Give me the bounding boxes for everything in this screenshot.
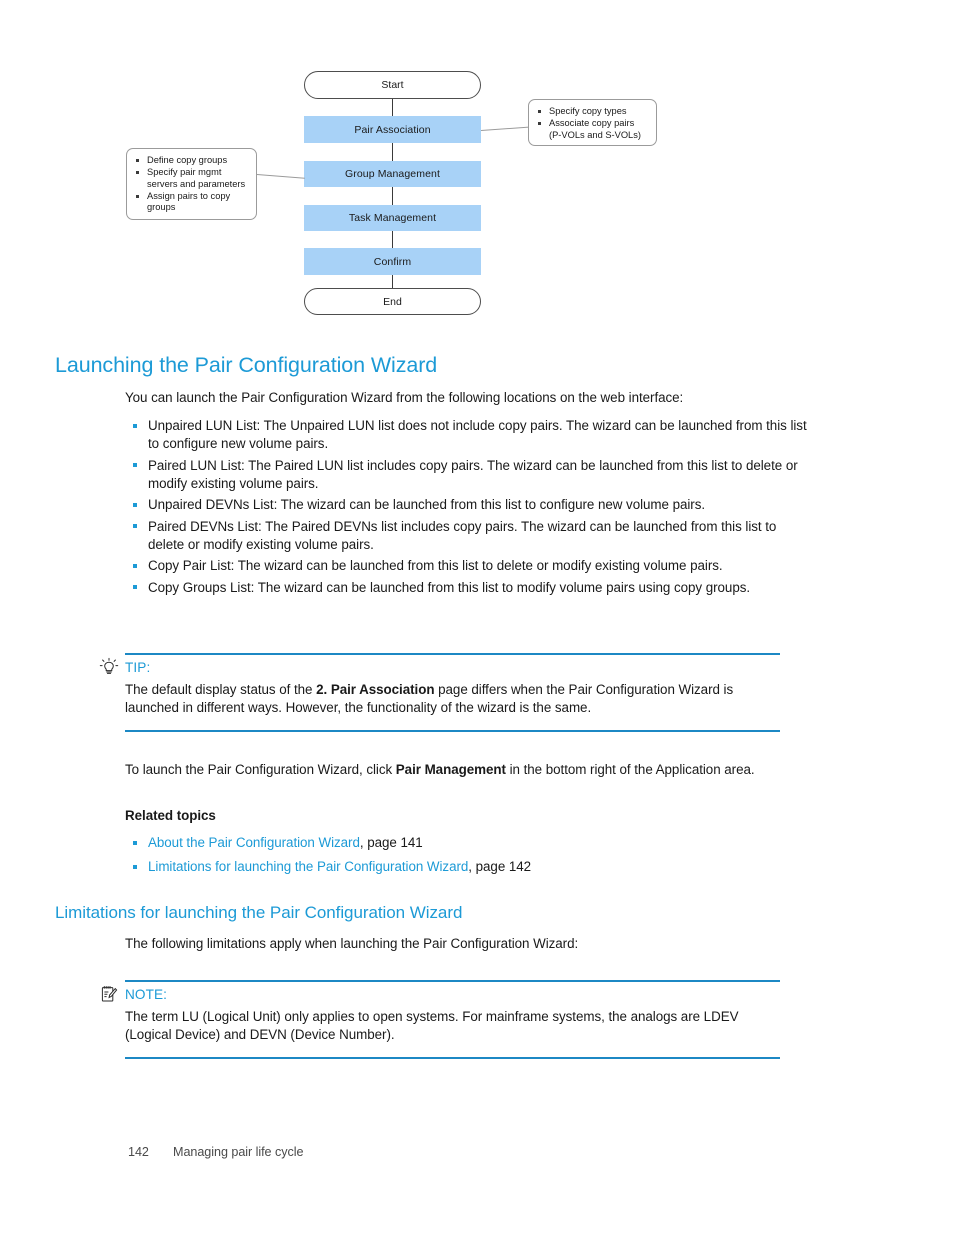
- note-label: NOTE:: [125, 986, 168, 1002]
- list-item-text: Copy Groups List: The wizard can be laun…: [148, 579, 751, 595]
- square-bullet-icon: [136, 159, 140, 163]
- page-title: Launching the Pair Configuration Wizard: [55, 353, 438, 377]
- callout-item-text: Define copy groups: [147, 155, 228, 165]
- connector-group-task: [392, 187, 394, 205]
- launch-locations-list: Unpaired LUN List: The Unpaired LUN list…: [125, 417, 815, 600]
- square-bullet-icon: [538, 122, 542, 126]
- callout-item: Define copy groups: [134, 155, 248, 167]
- related-link-page-1: , page 142: [468, 859, 532, 875]
- footer-chapter: Managing pair life cycle: [173, 1145, 304, 1159]
- list-item: Copy Pair List: The wizard can be launch…: [125, 557, 815, 575]
- list-item-text: Unpaired LUN List: The Unpaired LUN list…: [148, 418, 807, 452]
- limitations-title: Limitations for launching the Pair Confi…: [55, 903, 463, 922]
- footer-page-number: 142: [128, 1145, 149, 1159]
- flow-node-task-management-label: Task Management: [348, 212, 437, 224]
- callout-item-text: Associate copy pairs: [549, 118, 635, 129]
- square-bullet-icon: [136, 194, 140, 199]
- related-link-limitations[interactable]: Limitations for launching the Pair Confi…: [148, 859, 468, 874]
- related-topics-list: About the Pair Configuration Wizard, pag…: [125, 834, 815, 880]
- list-item: Paired DEVNs List: The Paired DEVNs list…: [125, 518, 815, 554]
- flow-node-pair-association: Pair Association: [304, 116, 481, 143]
- flow-node-confirm-label: Confirm: [373, 255, 412, 268]
- connector-start-pair: [392, 99, 394, 116]
- leader-line-left: [256, 174, 305, 179]
- tip-label: TIP:: [125, 659, 151, 675]
- tip-bottom-rule: [125, 730, 780, 732]
- list-item-text: Paired LUN List: The Paired LUN list inc…: [148, 457, 798, 491]
- list-item: Paired LUN List: The Paired LUN list inc…: [125, 457, 815, 493]
- note-admonition: NOTE: The term LU (Logical Unit) only ap…: [101, 980, 780, 1059]
- related-topics-heading: Related topics: [125, 808, 216, 823]
- process-flow-diagram: Start Pair Association Group Management …: [0, 0, 954, 330]
- connector-pair-group: [392, 143, 394, 161]
- flow-node-confirm: Confirm: [304, 248, 481, 275]
- flow-node-start-label: Start: [381, 79, 404, 91]
- callout-item-text-cont: (P-VOLs and S-VOLs): [549, 129, 641, 140]
- bullet-icon: [133, 524, 138, 529]
- bullet-icon: [133, 864, 138, 870]
- list-item: Unpaired LUN List: The Unpaired LUN list…: [125, 417, 815, 453]
- flow-node-end-label: End: [383, 295, 402, 308]
- list-item: Limitations for launching the Pair Confi…: [125, 858, 815, 876]
- list-item: Unpaired DEVNs List: The wizard can be l…: [125, 496, 815, 514]
- tip-top-rule: [125, 653, 780, 655]
- flow-node-group-management: Group Management: [304, 161, 481, 187]
- bullet-icon: [133, 563, 138, 569]
- list-item: Copy Groups List: The wizard can be laun…: [125, 579, 815, 597]
- callout-item-text-cont: servers and parameters: [147, 178, 246, 189]
- list-item-text: Unpaired DEVNs List: The wizard can be l…: [148, 497, 706, 513]
- tip-text-part1: The default display status of the: [125, 681, 317, 697]
- connector-task-confirm: [392, 231, 394, 248]
- lightbulb-icon: [98, 657, 120, 677]
- callout-item: Assign pairs to copy groups: [134, 191, 248, 214]
- tip-text-bold: 2. Pair Association: [316, 681, 435, 697]
- callout-item-text: Specify copy types: [549, 106, 627, 116]
- related-link-about-wizard[interactable]: About the Pair Configuration Wizard: [148, 835, 360, 850]
- flow-node-group-management-label: Group Management: [345, 168, 440, 180]
- list-item-text: Copy Pair List: The wizard can be launch…: [148, 558, 723, 574]
- bullet-icon: [133, 423, 138, 428]
- launch-text-part2: in the bottom right of the Application a…: [505, 762, 755, 777]
- square-bullet-icon: [136, 171, 140, 175]
- callout-pair-association: Specify copy types Associate copy pairs …: [528, 99, 657, 146]
- note-header: NOTE:: [101, 986, 780, 1003]
- note-bottom-rule: [125, 1057, 780, 1059]
- list-item-text: Paired DEVNs List: The Paired DEVNs list…: [148, 518, 777, 552]
- flow-node-pair-association-label: Pair Association: [354, 123, 431, 136]
- tip-header: TIP:: [99, 657, 780, 676]
- callout-item-text-cont: groups: [147, 202, 176, 213]
- limitations-intro: The following limitations apply when lau…: [125, 936, 579, 951]
- intro-paragraph: You can launch the Pair Configuration Wi…: [125, 390, 684, 405]
- square-bullet-icon: [538, 110, 542, 114]
- bullet-icon: [133, 463, 138, 468]
- callout-item: Associate copy pairs (P-VOLs and S-VOLs): [536, 118, 648, 141]
- launch-text-part1: To launch the Pair Configuration Wizard,…: [125, 762, 396, 777]
- leader-line-right: [481, 126, 529, 131]
- launch-instruction-paragraph: To launch the Pair Configuration Wizard,…: [125, 761, 810, 779]
- bullet-icon: [133, 585, 138, 590]
- connector-confirm-end: [392, 275, 394, 288]
- callout-item-text: Assign pairs to copy: [147, 190, 231, 201]
- list-item: About the Pair Configuration Wizard, pag…: [125, 834, 815, 852]
- related-link-page-0: , page 141: [359, 835, 423, 850]
- tip-body: The default display status of the 2. Pai…: [125, 681, 780, 717]
- callout-item: Specify pair mgmt servers and parameters: [134, 167, 248, 190]
- callout-group-management: Define copy groups Specify pair mgmt ser…: [126, 148, 257, 220]
- note-top-rule: [125, 980, 780, 982]
- callout-item-text: Specify pair mgmt: [147, 167, 222, 178]
- bullet-icon: [133, 840, 138, 845]
- page-footer: 142 Managing pair life cycle: [128, 1145, 303, 1159]
- launch-text-bold: Pair Management: [395, 762, 506, 777]
- flow-node-start: Start: [304, 71, 481, 99]
- callout-item: Specify copy types: [536, 106, 648, 118]
- bullet-icon: [133, 502, 138, 508]
- note-body: The term LU (Logical Unit) only applies …: [125, 1008, 739, 1042]
- tip-admonition: TIP: The default display status of the 2…: [99, 653, 780, 732]
- note-icon: [98, 984, 120, 1004]
- flow-node-end: End: [304, 288, 481, 315]
- flow-node-task-management: Task Management: [304, 205, 481, 231]
